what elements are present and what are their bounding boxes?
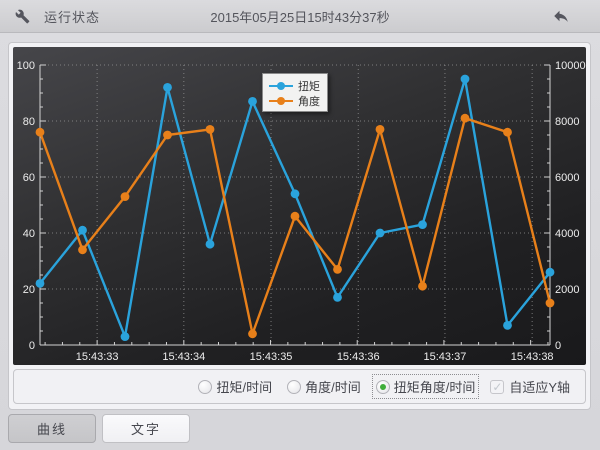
footer-buttons: 曲线 文字: [8, 414, 190, 443]
adaptive-y-checkbox[interactable]: 自适应Y轴: [487, 375, 573, 398]
legend-item-angle: 角度: [269, 93, 321, 108]
radio-label: 角度/时间: [305, 377, 361, 396]
torque-series-marker-icon: [269, 81, 293, 91]
svg-text:8000: 8000: [555, 116, 579, 128]
legend-label-torque: 扭矩: [298, 78, 320, 94]
radio-torque-angle-time[interactable]: 扭矩角度/时间: [373, 375, 479, 398]
chart-area: 0 20 40 60 80 100 0 2000 4000 6000 8000 10000 15:43:…: [13, 47, 586, 365]
svg-text:15:43:35: 15:43:35: [250, 351, 293, 363]
radio-icon: [198, 380, 212, 394]
svg-text:15:43:38: 15:43:38: [511, 351, 554, 363]
wrench-icon: [14, 8, 30, 24]
svg-text:80: 80: [23, 116, 35, 128]
radio-label: 扭矩角度/时间: [394, 377, 476, 396]
angle-series-marker-icon: [269, 96, 293, 106]
page-title: 运行状态: [44, 7, 100, 26]
curve-tab-button[interactable]: 曲线: [8, 414, 96, 443]
radio-icon: [287, 380, 301, 394]
svg-text:15:43:37: 15:43:37: [424, 351, 467, 363]
svg-text:15:43:34: 15:43:34: [162, 351, 205, 363]
svg-text:6000: 6000: [555, 172, 579, 184]
svg-text:0: 0: [555, 340, 561, 352]
svg-text:4000: 4000: [555, 228, 579, 240]
svg-text:20: 20: [23, 284, 35, 296]
back-icon[interactable]: [552, 7, 570, 25]
chart-legend: 扭矩 角度: [262, 73, 328, 112]
svg-text:15:43:36: 15:43:36: [337, 351, 380, 363]
radio-icon: [376, 380, 390, 394]
legend-label-angle: 角度: [298, 93, 320, 109]
text-tab-button[interactable]: 文字: [102, 414, 190, 443]
radio-label: 扭矩/时间: [216, 377, 272, 396]
svg-text:2000: 2000: [555, 284, 579, 296]
radio-torque-time[interactable]: 扭矩/时间: [195, 375, 275, 398]
svg-text:10000: 10000: [555, 60, 586, 72]
svg-text:0: 0: [29, 340, 35, 352]
chart-panel: 0 20 40 60 80 100 0 2000 4000 6000 8000 10000 15:43:…: [8, 42, 591, 410]
radio-angle-time[interactable]: 角度/时间: [284, 375, 364, 398]
svg-text:60: 60: [23, 172, 35, 184]
legend-item-torque: 扭矩: [269, 78, 321, 93]
checkbox-label: 自适应Y轴: [509, 377, 570, 396]
title-bar: 运行状态 2015年05月25日15时43分37秒: [0, 0, 600, 33]
svg-text:100: 100: [17, 60, 35, 72]
svg-text:15:43:33: 15:43:33: [76, 351, 119, 363]
svg-text:40: 40: [23, 228, 35, 240]
checkbox-icon: [490, 380, 504, 394]
chart-mode-controls: 扭矩/时间 角度/时间 扭矩角度/时间 自适应Y轴: [13, 369, 586, 404]
